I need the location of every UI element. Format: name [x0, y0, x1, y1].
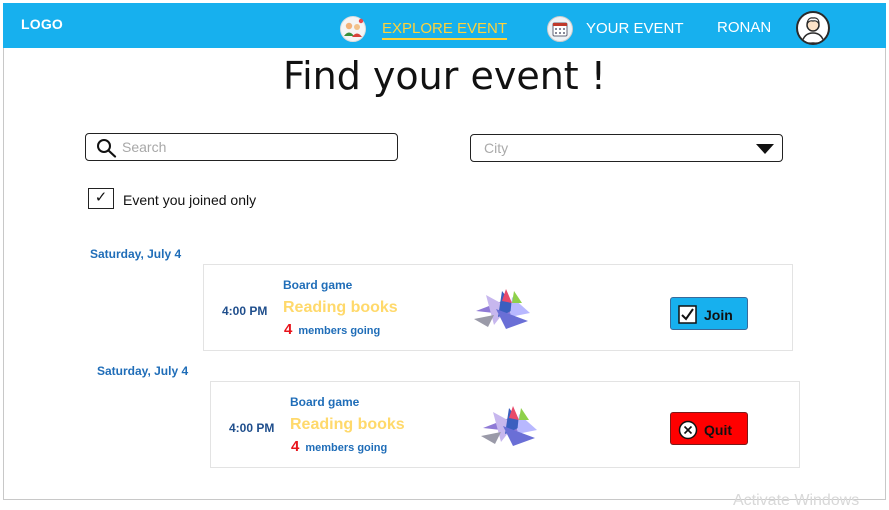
circle-x-icon	[678, 420, 698, 445]
members-count: 4	[291, 438, 300, 455]
search-icon	[96, 138, 118, 163]
city-select-value: City	[484, 140, 509, 156]
members-going: 4 members going	[291, 438, 387, 455]
dropdown-arrow-icon[interactable]	[756, 144, 774, 154]
members-going: 4 members going	[284, 321, 380, 338]
event-image	[479, 404, 541, 453]
event-image	[472, 287, 534, 336]
search-field[interactable]	[85, 133, 398, 161]
nav-your-event[interactable]: YOUR EVENT	[586, 20, 684, 37]
calendar-icon[interactable]	[547, 16, 573, 42]
event-time: 4:00 PM	[222, 304, 268, 318]
event-time: 4:00 PM	[229, 421, 275, 435]
joined-only-label: Event you joined only	[123, 192, 257, 208]
event-card: 4:00 PM Board game Reading books 4 member…	[203, 264, 793, 351]
avatar-icon[interactable]	[796, 11, 830, 45]
event-card: 4:00 PM Board game Reading books 4 member…	[210, 381, 800, 468]
search-input[interactable]	[122, 137, 382, 157]
event-category: Board game	[290, 395, 360, 409]
event-date: Saturday, July 4	[97, 364, 189, 378]
activate-windows-watermark: Activate Windows	[733, 492, 860, 509]
join-button[interactable]: Join	[670, 297, 748, 330]
event-date: Saturday, July 4	[90, 247, 182, 261]
user-name[interactable]: RONAN	[717, 19, 771, 36]
quit-button[interactable]: Quit	[670, 412, 748, 445]
event-title[interactable]: Reading books	[283, 299, 398, 317]
join-button-label: Join	[704, 307, 733, 323]
members-going-label: members going	[305, 442, 388, 454]
event-title[interactable]: Reading books	[290, 416, 405, 434]
joined-only-checkbox[interactable]: ✓	[88, 188, 114, 209]
quit-button-label: Quit	[704, 422, 732, 438]
members-going-label: members going	[298, 325, 381, 337]
members-count: 4	[284, 321, 293, 338]
event-category: Board game	[283, 278, 353, 292]
page-title: Find your event !	[283, 54, 606, 98]
people-icon[interactable]	[340, 16, 366, 42]
city-select[interactable]: City	[470, 134, 783, 162]
logo[interactable]: LOGO	[21, 16, 63, 32]
checkbox-checked-icon	[678, 305, 697, 329]
nav-explore-event[interactable]: EXPLORE EVENT	[382, 20, 508, 40]
